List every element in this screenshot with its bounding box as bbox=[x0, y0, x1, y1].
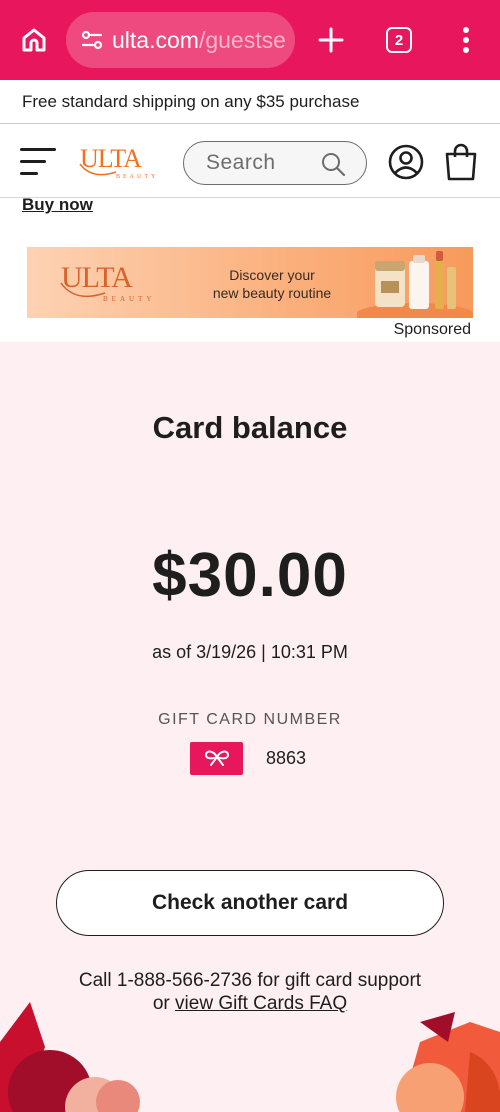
shipping-promo[interactable]: Free standard shipping on any $35 purcha… bbox=[0, 80, 500, 124]
beauty-products-image bbox=[357, 251, 473, 318]
search-input[interactable]: Search bbox=[183, 141, 367, 185]
menu-icon[interactable] bbox=[454, 24, 478, 56]
search-icon[interactable] bbox=[320, 151, 346, 177]
gift-card-number: 8863 bbox=[266, 747, 307, 768]
browser-toolbar: ulta.com/guestse 2 bbox=[0, 0, 500, 80]
site-header: ULTA BEAUTY Search bbox=[0, 124, 500, 198]
ad-ulta-logo: ULTA BEAUTY bbox=[60, 261, 155, 303]
home-icon[interactable] bbox=[16, 22, 52, 58]
site-settings-icon[interactable] bbox=[80, 28, 104, 52]
sponsored-ad-banner[interactable]: ULTA BEAUTY Discover your new beauty rou… bbox=[27, 247, 473, 318]
bag-icon[interactable] bbox=[442, 142, 480, 182]
gift-card-number-label: GIFT CARD NUMBER bbox=[158, 711, 342, 728]
gift-bow-icon bbox=[190, 741, 243, 775]
search-placeholder: Search bbox=[206, 151, 276, 174]
address-bar[interactable]: ulta.com/guestse bbox=[66, 12, 295, 68]
balance-timestamp: as of 3/19/26 | 10:31 PM bbox=[152, 642, 348, 662]
ulta-logo[interactable]: ULTA BEAUTY bbox=[76, 142, 166, 182]
svg-text:ULTA: ULTA bbox=[61, 261, 133, 294]
balance-amount: $30.00 bbox=[152, 541, 348, 610]
url-text: ulta.com/guestse bbox=[112, 26, 286, 53]
page-title: Card balance bbox=[152, 410, 348, 445]
svg-text:BEAUTY: BEAUTY bbox=[116, 174, 158, 180]
gift-card-balance-panel: Card balance $30.00 as of 3/19/26 | 10:3… bbox=[0, 342, 500, 1112]
svg-text:BEAUTY: BEAUTY bbox=[103, 295, 155, 303]
buy-now-link[interactable]: Buy now bbox=[22, 198, 93, 214]
sponsored-label: Sponsored bbox=[393, 321, 471, 338]
check-another-card-button[interactable]: Check another card bbox=[56, 870, 444, 936]
ad-copy: Discover your new beauty routine bbox=[212, 267, 332, 301]
svg-text:ULTA: ULTA bbox=[80, 144, 142, 173]
tabs-icon[interactable]: 2 bbox=[386, 27, 412, 53]
hamburger-menu-icon[interactable] bbox=[20, 144, 58, 178]
decorative-gift-illustration bbox=[0, 1002, 500, 1112]
new-tab-icon[interactable] bbox=[314, 22, 348, 58]
gift-card-number-row: 8863 bbox=[190, 741, 306, 775]
account-icon[interactable] bbox=[388, 144, 424, 180]
